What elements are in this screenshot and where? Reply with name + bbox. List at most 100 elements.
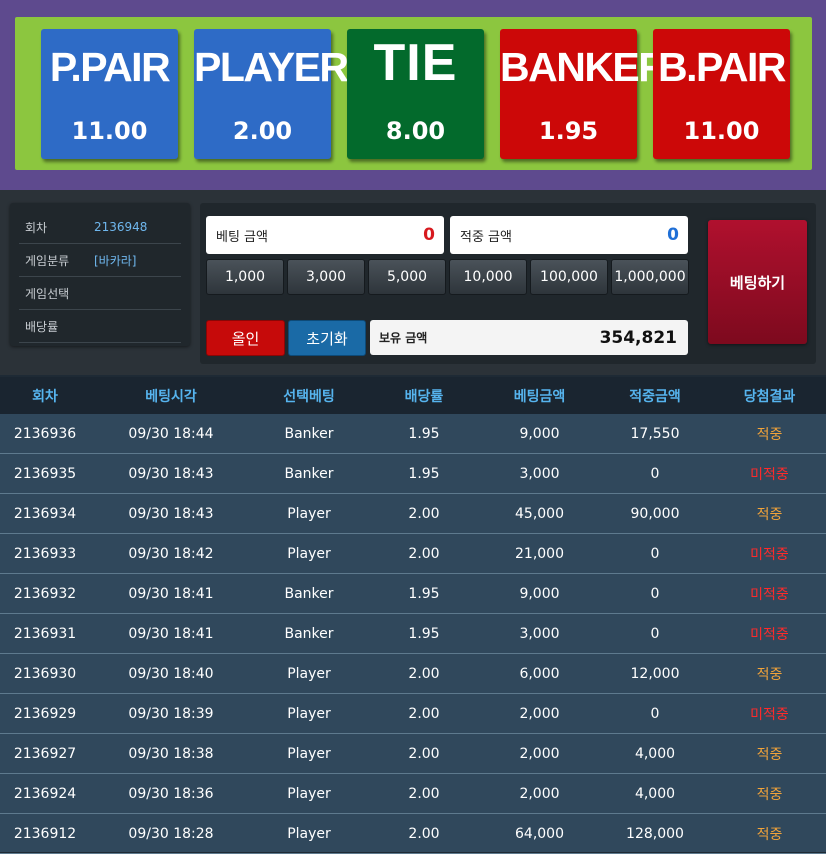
result-cell: 적중 [756,426,783,443]
chip-button[interactable]: 5,000 [368,259,446,295]
bet-amount-cell: 6,000 [519,665,560,682]
info-label: 게임선택 [25,286,70,301]
chip-button[interactable]: 100,000 [530,259,608,295]
round-cell: 2136924 [13,785,77,802]
info-row-selection: 게임선택 [19,277,181,310]
info-label: 배당률 [25,319,59,334]
bet-amount-cell: 2,000 [519,705,560,722]
all-in-button[interactable]: 올인 [206,320,285,356]
round-cell: 2136934 [13,505,77,522]
round-cell: 2136932 [13,585,77,602]
column-header: 선택베팅 [283,388,335,405]
info-row-round: 회차 2136948 [19,211,181,244]
bet-amount-cell: 2,000 [519,785,560,802]
column-header: 베팅금액 [513,388,566,405]
info-value: 2136948 [94,220,148,234]
odds-name: B.PAIR [658,44,786,90]
bet-amount-cell: 45,000 [515,505,564,522]
selection-cell: Player [287,665,331,682]
win-amount-cell: 0 [650,545,660,562]
chip-button[interactable]: 1,000,000 [611,259,689,295]
table-row: 2136930 09/30 18:40 Player 2.00 6,000 12,000 적… [0,654,826,694]
place-bet-button[interactable]: 베팅하기 [708,220,807,344]
round-cell: 2136931 [13,625,77,642]
odds-card-tie[interactable]: TIE 8.00 [347,29,484,159]
round-cell: 2136935 [13,465,77,482]
result-cell: 적중 [756,666,783,683]
bet-time-cell: 09/30 18:41 [128,585,214,602]
bet-panel: 베팅 금액 0 적중 금액 0 1,000 3,000 5,000 10,000… [200,203,816,364]
column-header: 적중금액 [629,388,681,405]
odds-name: TIE [373,34,458,92]
win-amount-cell: 12,000 [630,665,680,682]
column-header: 베팅시각 [145,388,197,405]
odds-cell: 1.95 [408,425,440,442]
bet-amount-cell: 9,000 [519,585,560,602]
odds-cell: 2.00 [408,545,440,562]
odds-value: 2.00 [232,117,293,145]
result-cell: 적중 [756,506,783,523]
chip-button[interactable]: 3,000 [287,259,365,295]
info-value: [바카라] [94,253,137,268]
odds-value: 1.95 [538,117,599,145]
table-row: 2136912 09/30 18:28 Player 2.00 64,000 128,00… [0,814,826,854]
bet-amount-label: 베팅 금액 [216,229,268,245]
bet-amount-value: 0 [423,225,435,245]
balance-label: 보유 금액 [379,331,428,345]
selection-cell: Player [287,745,331,762]
bet-time-cell: 09/30 18:36 [128,785,214,802]
chip-button[interactable]: 1,000 [206,259,284,295]
selection-cell: Banker [284,625,334,642]
round-cell: 2136912 [13,825,77,842]
selection-cell: Banker [284,585,334,602]
bet-time-cell: 09/30 18:40 [128,665,214,682]
odds-name: BANKER [500,44,668,90]
bet-amount-cell: 2,000 [519,745,560,762]
column-header: 당첨결과 [743,388,796,405]
game-info-panel: 회차 2136948 게임분류 [바카라] 게임선택 배당률 [10,203,190,346]
bet-amount-cell: 3,000 [519,625,560,642]
table-header: 회차 베팅시각 선택베팅 배당률 베팅금액 적중금액 당첨결과 [0,377,826,414]
win-amount-cell: 4,000 [634,745,676,762]
table-row: 2136933 09/30 18:42 Player 2.00 21,000 0 미적중 [0,534,826,574]
bet-time-cell: 09/30 18:43 [128,465,214,482]
bet-time-cell: 09/30 18:43 [128,505,214,522]
odds-cell: 2.00 [408,825,440,842]
table-row: 2136932 09/30 18:41 Banker 1.95 9,000 0 미적중 [0,574,826,614]
selection-cell: Player [287,505,331,522]
info-row-category: 게임분류 [바카라] [19,244,181,277]
round-cell: 2136933 [13,545,77,562]
column-header: 회차 [32,388,58,405]
selection-cell: Banker [284,425,334,442]
odds-cell: 1.95 [408,585,440,602]
odds-value: 8.00 [385,117,446,145]
selection-cell: Player [287,545,331,562]
odds-card-p-pair[interactable]: P.PAIR 11.00 [41,29,178,159]
info-label: 회차 [25,220,48,235]
odds-cell: 2.00 [408,745,440,762]
win-amount-label: 적중 금액 [460,229,512,245]
odds-card-b-pair[interactable]: B.PAIR 11.00 [653,29,790,159]
odds-card-banker[interactable]: BANKER 1.95 [500,29,668,159]
chip-button[interactable]: 10,000 [449,259,527,295]
result-cell: 적중 [756,826,783,843]
odds-card-player[interactable]: PLAYER 2.00 [194,29,349,159]
table-row: 2136929 09/30 18:39 Player 2.00 2,000 0 미적중 [0,694,826,734]
win-amount-cell: 90,000 [630,505,680,522]
result-cell: 적중 [756,786,783,803]
result-cell: 미적중 [750,466,789,483]
round-cell: 2136929 [13,705,77,722]
bet-time-cell: 09/30 18:42 [128,545,214,562]
odds-cell: 2.00 [408,705,440,722]
info-row-payout: 배당률 [19,310,181,343]
bet-time-cell: 09/30 18:38 [128,745,214,762]
win-amount-cell: 17,550 [630,425,680,442]
odds-name: P.PAIR [49,44,171,90]
win-amount-cell: 0 [650,705,660,722]
selection-cell: Banker [284,465,334,482]
reset-button[interactable]: 초기화 [288,320,366,356]
win-amount-cell: 4,000 [634,785,676,802]
table-row: 2136936 09/30 18:44 Banker 1.95 9,000 17,550 적… [0,414,826,454]
selection-cell: Player [287,785,331,802]
column-header: 배당률 [404,388,444,405]
